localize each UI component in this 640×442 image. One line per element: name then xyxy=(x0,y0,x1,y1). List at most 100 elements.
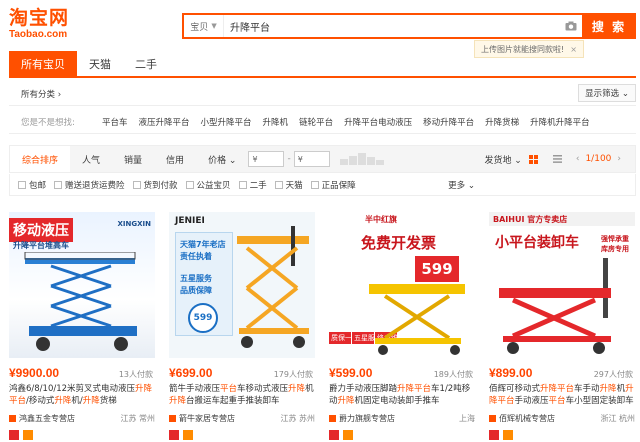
sort-bar: 综合排序 人气 销量 信用 价格 ⌄ ¥ - ¥ 发货地 ⌄ ‹ 1/100 › xyxy=(9,145,636,173)
suggestion-link[interactable]: 链轮平台 xyxy=(299,116,333,128)
suggestion-link[interactable]: 升降货梯 xyxy=(485,116,519,128)
title-highlight: 升降平台 xyxy=(397,384,432,394)
all-categories-link[interactable]: 所有分类 › xyxy=(21,88,61,100)
product-card[interactable]: 移动液压 升降平台堆高车 XINGXIN ¥9900.00 13人付款 鸿鑫6/… xyxy=(9,212,155,442)
ship-from-select[interactable]: 发货地 ⌄ xyxy=(484,153,521,166)
checkbox[interactable] xyxy=(185,180,194,189)
checkbox[interactable] xyxy=(18,180,26,189)
search-scope-select[interactable]: 宝贝 ▼ xyxy=(184,15,224,37)
product-title[interactable]: 爵力手动液压脚踏升降平台车1/2吨移动升降机固定电动装卸手推车 xyxy=(329,383,475,407)
sort-popularity[interactable]: 人气 xyxy=(70,146,112,172)
shop-name: 佰辉机械专营店 xyxy=(499,414,555,423)
search-button[interactable]: 搜 索 xyxy=(582,13,636,39)
suggestion-link[interactable]: 移动升降平台 xyxy=(423,116,474,128)
shop-link[interactable]: 箭牛家居专营店 xyxy=(169,413,235,424)
shop-link[interactable]: 爵力旗舰专营店 xyxy=(329,413,395,424)
title-text: 货梯 xyxy=(99,396,117,406)
shop-row: 箭牛家居专营店 江苏 苏州 xyxy=(169,413,315,424)
sort-default[interactable]: 综合排序 xyxy=(10,146,71,172)
price-max-input[interactable]: ¥ xyxy=(293,151,330,167)
image-price: 599 xyxy=(421,260,453,278)
product-card[interactable]: 半中红旗 免费开发票 599 质保一年 五星服务 终身维护 ¥599.00 18… xyxy=(329,212,475,442)
title-text: 鸿鑫6/8/10/12米剪叉式电动液压 xyxy=(9,384,136,394)
checkbox[interactable] xyxy=(132,180,141,189)
image-brand: JENIEI xyxy=(175,216,205,226)
title-text: 车小型固定装卸车 xyxy=(565,396,634,406)
suggestion-link[interactable]: 升降平台电动液压 xyxy=(344,116,412,128)
filter-second-hand[interactable]: 二手 xyxy=(238,179,267,191)
sort-price[interactable]: 价格 ⌄ xyxy=(196,146,248,172)
product-price: ¥599.00 xyxy=(329,366,373,380)
camera-icon[interactable] xyxy=(560,15,582,37)
suggestion-link[interactable]: 液压升降平台 xyxy=(139,116,190,128)
suggestion-link[interactable]: 小型升降平台 xyxy=(201,116,252,128)
chevron-down-icon: ▼ xyxy=(211,22,217,30)
shop-icon xyxy=(489,415,496,422)
next-page-icon[interactable]: › xyxy=(617,154,621,164)
title-highlight: 平台 xyxy=(9,396,27,406)
title-text: 爵力手动液压脚踏 xyxy=(329,384,398,394)
shop-link[interactable]: 鸿鑫五金专营店 xyxy=(9,413,75,424)
title-text: 箭牛手动液压 xyxy=(169,384,221,394)
price-min-input[interactable]: ¥ xyxy=(248,151,285,167)
suggestion-link[interactable]: 平台车 xyxy=(102,116,128,128)
tab-all-items[interactable]: 所有宝贝 xyxy=(9,51,77,77)
logo-text-cn: 淘宝网 xyxy=(9,7,70,29)
product-image[interactable]: BAIHUI 官方专卖店 小平台装卸车 强悍承重 库房专用 xyxy=(489,212,635,358)
title-text: /移动式 xyxy=(26,396,55,406)
shop-link[interactable]: 佰辉机械专营店 xyxy=(489,413,555,424)
filter-free-shipping[interactable]: 包邮 xyxy=(18,179,46,191)
scissor-lift-illustration xyxy=(24,252,137,351)
tab-tmall[interactable]: 天猫 xyxy=(77,51,123,77)
tab-underline xyxy=(9,76,636,78)
credit-icon xyxy=(183,430,193,440)
filter-label: 赠送退货运费险 xyxy=(65,180,125,191)
title-highlight: 平台 xyxy=(548,396,566,406)
sort-sales[interactable]: 销量 xyxy=(112,146,154,172)
close-icon[interactable]: × xyxy=(570,45,577,54)
sort-credit[interactable]: 信用 xyxy=(154,146,196,172)
shop-name: 箭牛家居专营店 xyxy=(179,414,235,423)
image-subline: 升降平台堆高车 xyxy=(13,241,69,250)
title-highlight: 升降 xyxy=(54,396,72,406)
filter-cod[interactable]: 货到付款 xyxy=(132,179,178,191)
credit-icon xyxy=(343,430,353,440)
prev-page-icon[interactable]: ‹ xyxy=(576,154,580,164)
suggestion-link[interactable]: 升降机升降平台 xyxy=(530,116,590,128)
shop-location: 江苏 苏州 xyxy=(280,414,315,423)
product-image[interactable]: JENIEI 天猫7年老店 责任执着 五星服务 品质保障 599 xyxy=(169,212,315,358)
product-card[interactable]: BAIHUI 官方专卖店 小平台装卸车 强悍承重 库房专用 ¥899.00 29… xyxy=(489,212,635,442)
tab-second-hand[interactable]: 二手 xyxy=(123,51,169,77)
suggestion-link[interactable]: 升降机 xyxy=(263,116,289,128)
product-image[interactable]: 半中红旗 免费开发票 599 质保一年 五星服务 终身维护 xyxy=(329,212,475,358)
taobao-logo[interactable]: 淘宝网 Taobao.com xyxy=(9,8,83,44)
show-filters-button[interactable]: 显示筛选 ⌄ xyxy=(578,84,636,102)
product-card[interactable]: JENIEI 天猫7年老店 责任执着 五星服务 品质保障 599 ¥699.00… xyxy=(169,212,315,442)
image-subline: 五星服务 xyxy=(180,274,212,283)
filter-tmall[interactable]: 天猫 xyxy=(274,179,303,191)
filter-genuine[interactable]: 正品保障 xyxy=(310,179,356,191)
checkbox[interactable] xyxy=(274,180,283,189)
checkbox[interactable] xyxy=(54,180,63,189)
guarantee-icon xyxy=(9,430,19,440)
category-row: 所有分类 › 显示筛选 ⌄ xyxy=(9,82,636,106)
guarantee-icon xyxy=(489,430,499,440)
product-title[interactable]: 佰辉可移动式升降平台车手动升降机升降平台手动液压平台车小型固定装卸车 xyxy=(489,383,635,407)
product-title[interactable]: 鸿鑫6/8/10/12米剪叉式电动液压升降平台/移动式升降机/升降货梯 xyxy=(9,383,155,407)
title-text: 佰辉可移动式 xyxy=(489,384,541,394)
image-subline: 强悍承重 xyxy=(601,235,629,243)
checkbox[interactable] xyxy=(238,180,247,189)
grid-view-icon[interactable] xyxy=(522,146,546,172)
product-title[interactable]: 箭牛手动液压平台车移动式液压升降机升降台搬运车起重手推装卸车 xyxy=(169,383,315,407)
more-filters-button[interactable]: 更多 ⌄ xyxy=(448,179,475,191)
badge-row xyxy=(169,430,315,440)
list-view-icon[interactable] xyxy=(546,146,570,172)
deal-count: 189人付款 xyxy=(433,370,473,379)
product-image[interactable]: 移动液压 升降平台堆高车 XINGXIN xyxy=(9,212,155,358)
filter-charity[interactable]: 公益宝贝 xyxy=(185,179,231,191)
checkbox[interactable] xyxy=(310,180,319,189)
image-price-badge: 599 xyxy=(415,256,459,282)
search-input[interactable] xyxy=(224,15,560,37)
filter-return-insurance[interactable]: 赠送退货运费险 xyxy=(54,179,125,191)
shop-icon xyxy=(169,415,176,422)
